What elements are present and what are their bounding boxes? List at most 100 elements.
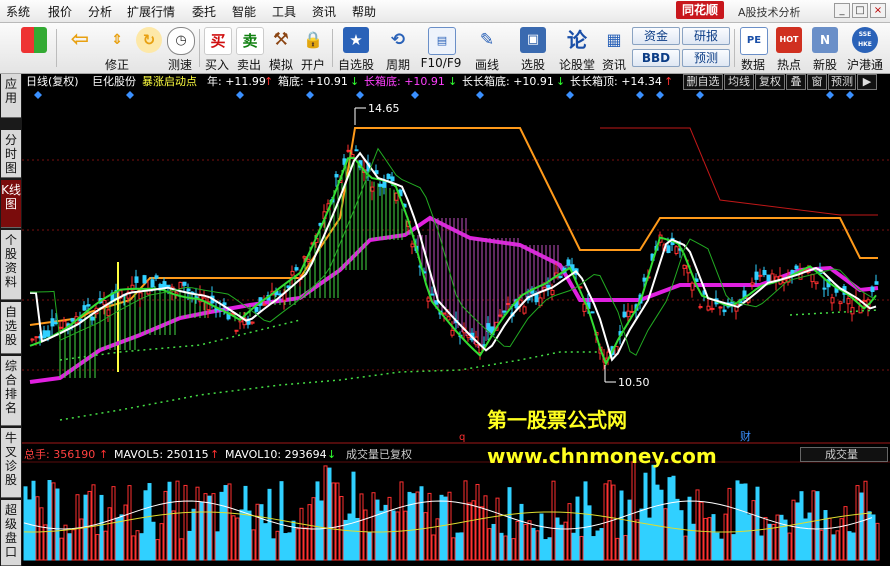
volume-bar — [731, 534, 736, 561]
volume-bar — [491, 523, 496, 561]
volume-bar — [151, 521, 156, 561]
volume-bar — [451, 537, 456, 561]
volume-bar — [247, 510, 252, 561]
volume-bar — [471, 500, 476, 561]
volume-bar — [299, 507, 304, 561]
volume-bar — [431, 534, 436, 561]
volume-bar — [135, 530, 140, 561]
volume-bar — [759, 535, 764, 561]
mavol5-value: MAVOL5: 250115 — [114, 448, 209, 461]
volume-bar — [399, 481, 404, 561]
volume-bar — [251, 529, 256, 561]
volume-bar — [671, 475, 676, 561]
candle-body — [306, 259, 311, 262]
volume-bar — [511, 538, 516, 561]
volume-bar — [379, 510, 384, 561]
volume-bar — [523, 523, 528, 561]
volume-bar — [615, 537, 620, 561]
volume-bar — [315, 481, 320, 561]
volume-bar — [467, 502, 472, 561]
candle-body — [754, 271, 759, 280]
volume-bar — [43, 524, 48, 561]
volume-bar — [663, 508, 668, 561]
volume-bar — [455, 532, 460, 561]
volume-bar — [623, 535, 628, 561]
event-markers — [34, 91, 854, 99]
volume-bar — [51, 482, 56, 561]
candle-body — [706, 305, 711, 311]
candle-body — [370, 186, 375, 192]
volume-bar — [263, 523, 268, 561]
volume-bar — [199, 501, 204, 561]
candle-body — [82, 305, 87, 311]
volume-bar — [643, 472, 648, 561]
candle-body — [150, 279, 155, 288]
volume-bar — [667, 477, 672, 561]
volume-bar — [543, 539, 548, 561]
volume-bar — [215, 531, 220, 561]
volume-bar — [695, 489, 700, 561]
volume-bar — [571, 532, 576, 561]
candle-body — [750, 282, 755, 286]
volume-bar — [363, 509, 368, 561]
volume-bar — [271, 538, 276, 561]
volume-bar — [123, 504, 128, 561]
volume-bar — [203, 493, 208, 561]
candle-body — [430, 293, 435, 296]
candle-body — [182, 281, 187, 286]
candle-body — [394, 192, 399, 201]
volume-bar — [459, 532, 464, 561]
volume-bar — [243, 485, 248, 561]
volume-bar — [539, 513, 544, 561]
candle-body — [674, 246, 679, 254]
volume-bar — [175, 480, 180, 561]
volume-bar — [627, 499, 632, 561]
event-diamond — [656, 91, 664, 99]
volume-bar — [403, 510, 408, 561]
event-diamond — [636, 91, 644, 99]
volume-bar — [723, 513, 728, 561]
volume-bar — [755, 486, 760, 561]
volume-bar — [803, 518, 808, 561]
candle-body — [810, 274, 815, 283]
kline-chart[interactable]: 14.65 10.50 q 财 — [0, 0, 890, 566]
candle-body — [294, 267, 299, 271]
volume-bar — [323, 465, 328, 561]
candle-body — [106, 309, 111, 317]
candle-body — [862, 299, 867, 303]
volume-bar — [367, 531, 372, 561]
volume-bars — [23, 461, 880, 561]
volume-indicator-select[interactable]: 成交量 — [800, 447, 888, 462]
volume-bar — [579, 535, 584, 561]
low-price-label: 10.50 — [618, 376, 650, 389]
volume-bar — [819, 529, 824, 561]
candle-body — [390, 176, 395, 182]
volume-bar — [859, 492, 864, 561]
event-diamond — [411, 91, 419, 99]
volume-bar — [651, 464, 656, 561]
candle-body — [766, 274, 771, 282]
candle-body — [138, 292, 143, 300]
volume-bar — [127, 485, 132, 561]
volume-bar — [719, 538, 724, 561]
volume-bar — [483, 495, 488, 561]
volume-bar — [327, 467, 332, 561]
event-diamond — [126, 91, 134, 99]
candle-body — [178, 281, 183, 289]
volume-bar — [619, 490, 624, 561]
volume-bar — [355, 517, 360, 561]
volume-bar — [419, 486, 424, 561]
volume-bar — [527, 520, 532, 561]
mavol10-value: MAVOL10: 293694 — [225, 448, 327, 461]
volume-bar — [599, 528, 604, 561]
candle-body — [46, 330, 51, 337]
volume-bar — [851, 532, 856, 561]
volume-bar — [303, 527, 308, 561]
event-diamond — [846, 91, 854, 99]
volume-bar — [191, 508, 196, 561]
candle-body — [450, 329, 455, 336]
volume-bar — [495, 497, 500, 561]
volume-bar — [71, 529, 76, 561]
candle-body — [698, 306, 703, 309]
volume-bar — [407, 491, 412, 561]
